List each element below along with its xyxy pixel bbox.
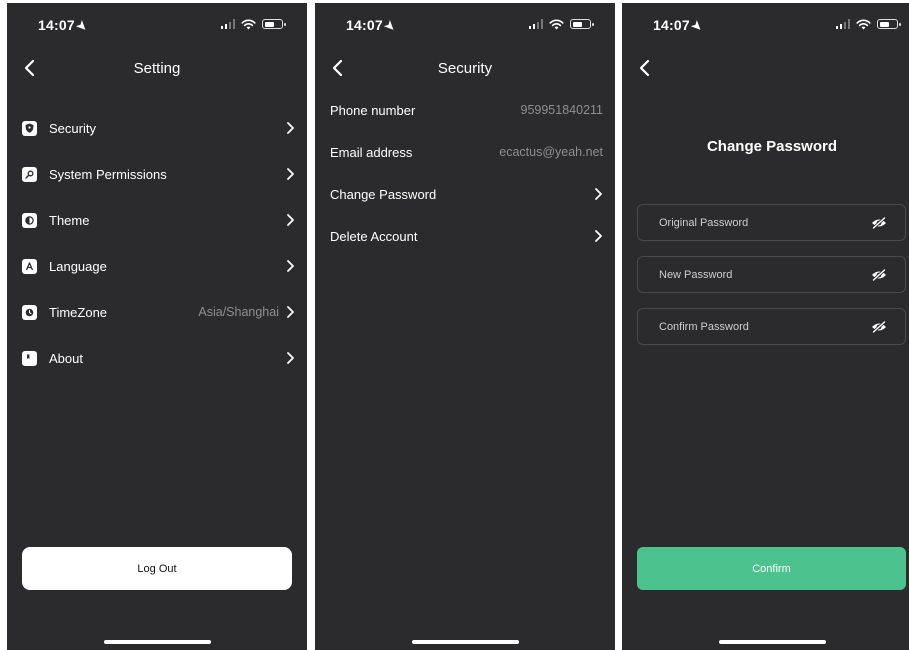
setting-item-label: TimeZone — [49, 304, 108, 320]
status-icons — [836, 17, 901, 31]
confirm-password-input[interactable] — [659, 320, 871, 333]
delete-account-label: Delete Account — [330, 228, 418, 244]
phone-number-value: 959951840211 — [520, 103, 604, 117]
setting-item-language[interactable]: Language — [22, 254, 295, 278]
wifi-icon — [856, 19, 871, 29]
status-time: 14:07➤ — [38, 17, 91, 35]
chevron-right-icon — [595, 188, 602, 200]
location-arrow-icon: ➤ — [381, 17, 399, 35]
wifi-icon — [549, 19, 564, 29]
battery-icon — [877, 19, 901, 29]
setting-item-label: Language — [49, 258, 107, 274]
security-item-change-password[interactable]: Change Password — [330, 183, 603, 205]
setting-screen: 14:07➤ Setting Security System Permissio… — [7, 3, 307, 650]
status-icons — [221, 17, 286, 31]
page-title: Security — [437, 60, 493, 77]
signal-icon — [836, 19, 850, 29]
phone-number-label: Phone number — [330, 102, 416, 118]
wifi-icon — [241, 19, 256, 29]
status-time-text: 14:07 — [38, 17, 75, 33]
shield-icon — [22, 120, 37, 136]
battery-icon — [262, 19, 286, 29]
home-indicator — [412, 640, 519, 644]
logout-button[interactable]: Log Out — [22, 547, 292, 590]
status-time-text: 14:07 — [346, 17, 383, 33]
key-icon — [22, 166, 37, 182]
status-icons — [529, 17, 594, 31]
security-item-phone-number: Phone number 959951840211 — [330, 99, 603, 121]
chevron-right-icon — [287, 352, 294, 364]
location-arrow-icon: ➤ — [73, 17, 91, 35]
setting-item-theme[interactable]: Theme — [22, 208, 295, 232]
chevron-right-icon — [287, 168, 294, 180]
home-indicator — [719, 640, 826, 644]
page-title: Change Password — [706, 138, 838, 155]
eye-slash-icon[interactable] — [871, 268, 887, 281]
original-password-field[interactable] — [637, 204, 906, 241]
status-time: 14:07➤ — [346, 17, 399, 35]
setting-item-about[interactable]: About — [22, 346, 295, 370]
eye-slash-icon[interactable] — [871, 320, 887, 333]
security-item-delete-account[interactable]: Delete Account — [330, 225, 603, 247]
setting-item-label: Theme — [49, 212, 90, 228]
original-password-input[interactable] — [659, 216, 871, 229]
new-password-input[interactable] — [659, 268, 871, 281]
setting-item-system-permissions[interactable]: System Permissions — [22, 162, 295, 186]
chevron-right-icon — [287, 306, 294, 318]
chevron-right-icon — [287, 122, 294, 134]
signal-icon — [529, 19, 543, 29]
setting-item-label: Security — [49, 120, 96, 136]
back-arrow-icon[interactable] — [637, 57, 655, 79]
email-address-label: Email address — [330, 144, 413, 160]
setting-item-timezone[interactable]: TimeZone Asia/Shanghai — [22, 300, 295, 324]
theme-icon — [22, 212, 37, 228]
eye-slash-icon[interactable] — [871, 216, 887, 229]
chevron-right-icon — [287, 260, 294, 272]
confirm-password-field[interactable] — [637, 308, 906, 345]
clock-icon — [22, 304, 37, 320]
battery-icon — [570, 19, 594, 29]
chevron-right-icon — [287, 214, 294, 226]
page-title: Setting — [133, 60, 181, 77]
location-arrow-icon: ➤ — [688, 17, 706, 35]
timezone-value: Asia/Shanghai — [198, 305, 279, 319]
info-icon — [22, 350, 37, 366]
confirm-button[interactable]: Confirm — [637, 547, 906, 590]
security-screen: 14:07➤ Security Phone number 95995184021… — [315, 3, 615, 650]
security-item-email-address: Email address ecactus@yeah.net — [330, 141, 603, 163]
change-password-screen: 14:07➤ Change Password Confirm — [622, 3, 909, 650]
setting-item-label: System Permissions — [49, 166, 167, 182]
change-password-label: Change Password — [330, 186, 437, 202]
setting-item-security[interactable]: Security — [22, 116, 295, 140]
home-indicator — [104, 640, 211, 644]
status-time-text: 14:07 — [653, 17, 690, 33]
language-icon — [22, 258, 37, 274]
setting-item-label: About — [49, 350, 83, 366]
signal-icon — [221, 19, 235, 29]
chevron-right-icon — [595, 230, 602, 242]
status-time: 14:07➤ — [653, 17, 706, 35]
new-password-field[interactable] — [637, 256, 906, 293]
email-address-value: ecactus@yeah.net — [499, 145, 603, 159]
